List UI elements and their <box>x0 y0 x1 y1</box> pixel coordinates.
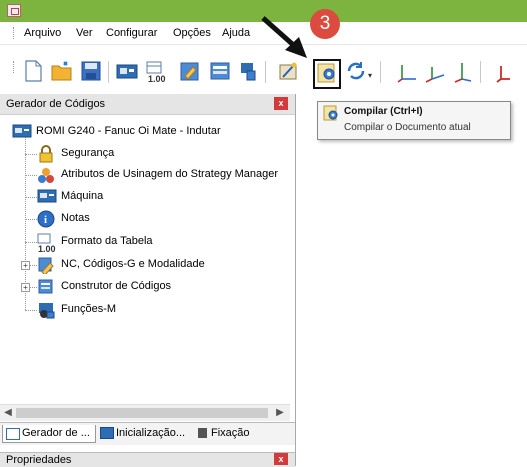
m-function-icon <box>37 301 55 319</box>
tree-node-label: Segurança <box>61 147 115 159</box>
properties-close-button[interactable]: x <box>274 453 288 465</box>
tree-connector <box>25 310 37 311</box>
axis-x-icon[interactable] <box>396 59 418 83</box>
tree-node-label: Atributos de Usinagem do Strategy Manage… <box>61 168 279 180</box>
menu-grip <box>13 27 16 39</box>
format-table-icon: 1.00 <box>37 233 56 254</box>
toolbar-grip <box>13 61 16 73</box>
code-generator-panel: Gerador de Códigos x ROMI G240 - Fanuc O… <box>0 94 296 467</box>
tab-label: Gerador de ... <box>22 427 90 439</box>
info-icon: i <box>37 210 55 228</box>
axis-y-icon[interactable] <box>424 59 446 83</box>
list-icon[interactable] <box>209 59 231 83</box>
step-badge: 3 <box>310 9 340 39</box>
menu-ver[interactable]: Ver <box>76 27 93 39</box>
tree-node-label: Formato da Tabela <box>61 235 153 247</box>
code-tree: ROMI G240 - Fanuc Oi Mate - Indutar Segu… <box>0 114 290 412</box>
edit-icon[interactable] <box>179 59 201 83</box>
refresh-icon[interactable] <box>344 59 366 83</box>
workspace-area <box>296 94 527 466</box>
menu-arquivo[interactable]: Arquivo <box>24 27 61 39</box>
tab-inicializacao[interactable]: Inicialização... <box>98 425 190 442</box>
scroll-left-icon[interactable]: ◀ <box>1 406 15 420</box>
panel-title: Gerador de Códigos <box>6 98 106 110</box>
menu-configurar[interactable]: Configurar <box>106 27 157 39</box>
tree-node-label: Notas <box>61 212 90 224</box>
toolbar-separator <box>480 61 481 83</box>
machine-icon <box>100 427 114 439</box>
fixture-icon <box>198 428 207 438</box>
lock-icon <box>37 145 55 163</box>
machine-icon[interactable] <box>116 59 138 83</box>
save-icon[interactable] <box>80 59 102 83</box>
tab-label: Inicialização... <box>116 427 186 439</box>
tab-label: Fixação <box>211 427 250 439</box>
nc-code-icon <box>37 256 55 276</box>
tree-connector <box>25 154 37 155</box>
properties-header: Propriedades x <box>0 452 295 467</box>
menu-opcoes[interactable]: Opções <box>173 27 211 39</box>
attributes-icon <box>37 166 55 184</box>
tree-node-label: ROMI G240 - Fanuc Oi Mate - Indutar <box>36 125 221 137</box>
window-icon <box>6 428 20 440</box>
tooltip-description: Compilar o Documento atual <box>344 122 471 133</box>
svg-text:i: i <box>44 214 47 226</box>
tab-fixacao[interactable]: Fixação <box>196 425 266 442</box>
panel-tabs: Gerador de ... Inicialização... Fixação <box>0 422 295 445</box>
horizontal-scrollbar[interactable]: ◀ ▶ <box>0 404 290 421</box>
open-folder-icon[interactable] <box>50 59 72 83</box>
tree-connector <box>25 242 37 243</box>
tab-gerador[interactable]: Gerador de ... <box>2 425 96 443</box>
scrollbar-thumb[interactable] <box>16 408 268 418</box>
machine-icon <box>37 188 57 206</box>
expand-icon[interactable]: + <box>21 261 30 270</box>
panel-close-button[interactable]: x <box>274 97 288 110</box>
compile-highlight-box <box>313 59 341 89</box>
toolbar-separator <box>380 61 381 83</box>
tree-node-label: Construtor de Códigos <box>61 280 172 292</box>
tree-connector <box>25 175 37 176</box>
tree-node-label: Máquina <box>61 190 104 202</box>
compile-icon <box>323 105 339 124</box>
new-file-icon[interactable] <box>22 59 44 83</box>
tree-node-label: NC, Códigos-G e Modalidade <box>61 258 205 270</box>
svg-text:1.00: 1.00 <box>38 244 56 253</box>
tooltip-title: Compilar (Ctrl+I) <box>344 106 423 117</box>
tree-connector <box>25 197 37 198</box>
machine-icon <box>12 123 32 141</box>
panel-header: Gerador de Códigos x <box>0 94 295 115</box>
svg-text:1.00: 1.00 <box>148 74 166 83</box>
dropdown-arrow-icon[interactable]: ▾ <box>368 71 372 80</box>
tree-connector <box>25 219 37 220</box>
menu-ajuda[interactable]: Ajuda <box>222 27 250 39</box>
code-builder-icon <box>37 278 55 296</box>
expand-icon[interactable]: + <box>21 283 30 292</box>
axis-z-icon[interactable] <box>452 59 474 83</box>
scroll-right-icon[interactable]: ▶ <box>273 406 287 420</box>
compile-tooltip: Compilar (Ctrl+I) Compilar o Documento a… <box>317 101 511 140</box>
tree-node-label: Funções-M <box>61 303 117 315</box>
app-icon[interactable] <box>7 4 21 17</box>
axis-red-icon[interactable] <box>494 59 516 83</box>
properties-title: Propriedades <box>6 454 72 466</box>
toolbar-separator <box>108 61 109 83</box>
format-table-icon[interactable]: 1.00 <box>145 59 167 84</box>
